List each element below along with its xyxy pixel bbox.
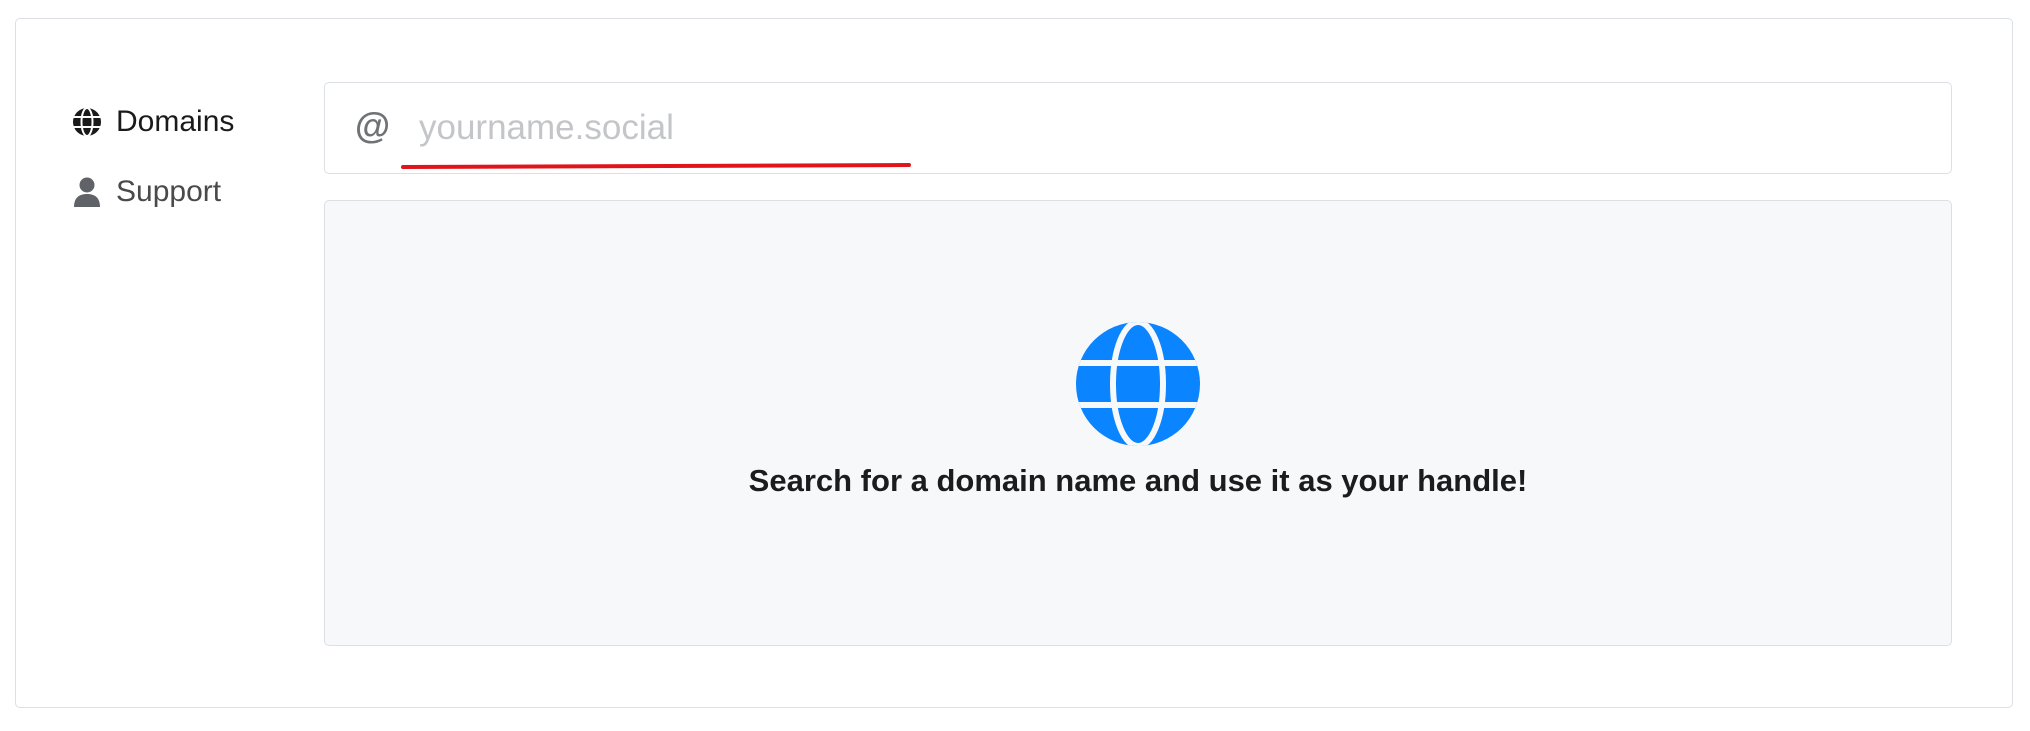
sidebar-nav: Domains Support xyxy=(72,97,292,237)
sidebar-item-support[interactable]: Support xyxy=(72,167,292,217)
sidebar-item-domains[interactable]: Domains xyxy=(72,97,292,147)
at-icon: @ xyxy=(355,105,391,146)
domain-search-box: @ xyxy=(324,82,1952,174)
sidebar-item-label: Support xyxy=(116,175,222,208)
empty-state-panel: Search for a domain name and use it as y… xyxy=(324,200,1952,646)
sidebar-item-label: Domains xyxy=(116,105,235,138)
empty-state-message: Search for a domain name and use it as y… xyxy=(748,463,1528,498)
domain-search-input[interactable] xyxy=(419,101,1899,155)
annotation-underline xyxy=(401,163,911,169)
globe-icon xyxy=(72,107,102,137)
user-icon xyxy=(72,177,102,207)
globe-icon xyxy=(1076,322,1200,446)
